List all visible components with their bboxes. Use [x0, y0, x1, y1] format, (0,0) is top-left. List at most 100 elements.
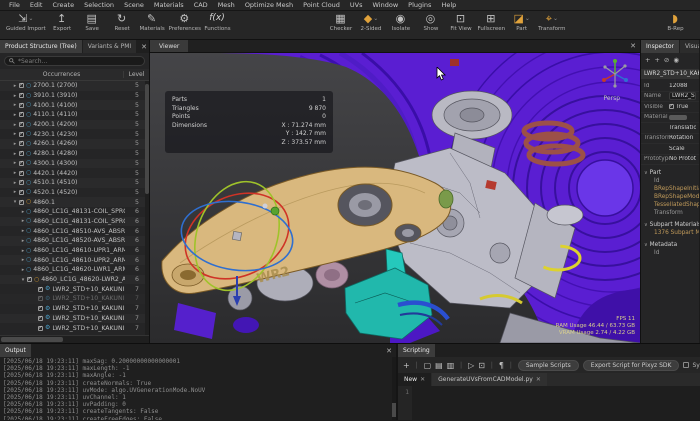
toolbar-button[interactable]: ◗ B-Rep [662, 12, 689, 32]
expander-icon[interactable]: ▸ [12, 180, 18, 186]
script-file-tab[interactable]: GenerateUVsFromCADModel.py ✕ [432, 373, 547, 386]
tree-row[interactable]: ▸ ✓ ○ 4200.1 (4200) 5 [0, 120, 149, 130]
row-checkbox[interactable]: ✓ [19, 151, 24, 156]
row-checkbox[interactable]: ✓ [38, 326, 43, 331]
close-icon[interactable]: ✕ [420, 376, 425, 383]
toolbar-button[interactable]: f(x) Functions [204, 12, 231, 32]
expander-icon[interactable]: ▸ [12, 102, 18, 108]
tree-row[interactable]: ▸ ✓ ○ 4230.1 (4230) 5 [0, 129, 149, 139]
row-checkbox[interactable]: ✓ [19, 180, 24, 185]
menu-item[interactable]: CAD [189, 1, 213, 9]
tab-variants-pmi[interactable]: Variants & PMI [83, 40, 136, 53]
run-script-icon[interactable]: ▷ [468, 361, 474, 370]
row-checkbox[interactable]: ✓ [19, 122, 24, 127]
new-script-icon[interactable]: + [403, 361, 410, 370]
script-file-tab[interactable]: New ✕ [398, 373, 431, 386]
inspector-tool-icon[interactable]: + [645, 56, 650, 64]
tree-row[interactable]: ✓ ⚙ LWR2_STD+10_KAKUNIN 7 [0, 284, 149, 294]
toolbar-button[interactable]: ▦ Checker [327, 12, 354, 32]
column-occurrences[interactable]: Occurrences [0, 71, 123, 78]
menu-item[interactable]: Window [368, 1, 404, 9]
tree-row[interactable]: ✓ ⚙ LWR2_STD+10_KAKUNIN 7 [0, 314, 149, 324]
toolbar-button[interactable]: ◪⌄ Part [508, 12, 535, 32]
tree-row[interactable]: ✓ ⚙ LWR2_STD+10_KAKUNIN 7 [0, 323, 149, 333]
run-selection-icon[interactable]: ⊡ [478, 361, 485, 370]
tree-row[interactable]: ▸ ✓ ○ 2700.1 (2700) 5 [0, 81, 149, 91]
menu-item[interactable]: Mesh [213, 1, 240, 9]
toolbar-button[interactable]: ⊞ Fullscreen [477, 12, 505, 32]
tab-product-structure[interactable]: Product Structure (Tree) [0, 40, 82, 53]
expander-icon[interactable]: ▸ [12, 170, 18, 176]
tree-row[interactable]: ▸ ✓ ○ 3910.1 (3910) 5 [0, 91, 149, 101]
menu-item[interactable]: UVs [345, 1, 368, 9]
tree-row[interactable]: ▸ ✓ ○ 4300.1 (4300) 5 [0, 159, 149, 169]
close-icon[interactable]: ✕ [536, 376, 541, 383]
tab-output[interactable]: Output [0, 344, 31, 357]
separator[interactable]: ❘ [458, 361, 464, 369]
toolbar-button[interactable]: ↻ Reset [109, 12, 136, 32]
inspector-tool-icon[interactable]: ⊘ [664, 56, 669, 64]
row-checkbox[interactable]: ✓ [38, 316, 43, 321]
checkbox[interactable] [683, 362, 689, 368]
separator[interactable]: ❘ [489, 361, 495, 369]
tree-row[interactable]: ▸ ✓ ○ 4510.1 (4510) 5 [0, 178, 149, 188]
tab-scripting[interactable]: Scripting [398, 344, 435, 357]
tree-vertical-scrollbar[interactable] [145, 81, 149, 335]
tree-row[interactable]: ▸ ○ 4860_LC1G_48620-LWR1_ARM_R 6 [0, 265, 149, 275]
script-action-pill[interactable]: Sample Scripts [518, 360, 579, 371]
docs-icon[interactable]: ▢ [424, 361, 432, 370]
search-input[interactable]: *Search... [4, 56, 145, 66]
menu-item[interactable]: Plugins [403, 1, 436, 9]
toolbar-button[interactable]: ✎ Materials [139, 12, 166, 32]
row-checkbox[interactable]: ✓ [19, 171, 24, 176]
close-icon[interactable]: ✕ [382, 344, 396, 357]
toolbar-button[interactable]: ⇲⌄ Guided Import [6, 12, 46, 32]
expander-icon[interactable]: ▸ [12, 83, 18, 89]
toolbar-button[interactable]: ◆⌄ 2-Sided [357, 12, 384, 32]
toolbar-button[interactable]: ◎ Show [417, 12, 444, 32]
tree-row[interactable]: ▸ ✓ ○ 4420.1 (4420) 5 [0, 168, 149, 178]
tree-row[interactable]: ▸ ○ 4860_LC1G_48520-AVS_ABSR_LH 6 [0, 236, 149, 246]
menu-item[interactable]: Scene [119, 1, 149, 9]
close-icon[interactable]: ✕ [137, 40, 150, 53]
row-checkbox[interactable]: ✓ [19, 200, 24, 205]
tab-inspector[interactable]: Inspector [641, 40, 679, 53]
inspector-tool-icon[interactable]: + [654, 56, 659, 64]
expander-icon[interactable]: ▸ [12, 151, 18, 157]
row-checkbox[interactable]: ✓ [19, 103, 24, 108]
expander-icon[interactable]: ▸ [12, 131, 18, 137]
tree-row[interactable]: ▸ ✓ ○ 4260.1 (4260) 5 [0, 139, 149, 149]
separator[interactable]: ❘ [414, 361, 420, 369]
menu-item[interactable]: Point Cloud [298, 1, 345, 9]
tree-horizontal-scrollbar[interactable] [0, 335, 149, 343]
tree-row[interactable]: ▾ ✓ ○ 4860.1 5 [0, 197, 149, 207]
script-action-pill[interactable]: Export Script for Pixyz SDK [583, 360, 680, 371]
inspector-tree-item[interactable]: ∨Metadata [641, 241, 699, 249]
row-checkbox[interactable]: ✓ [27, 277, 32, 282]
row-checkbox[interactable]: ✓ [19, 161, 24, 166]
visible-checkbox[interactable]: ✓ [669, 104, 674, 109]
row-checkbox[interactable]: ✓ [19, 132, 24, 137]
tab-viewer[interactable]: Viewer [150, 40, 188, 52]
viewport-canvas[interactable]: WR2 [150, 53, 640, 343]
toolbar-button[interactable]: ⊡ Fit View [447, 12, 474, 32]
toolbar-button[interactable]: ◉ Isolate [387, 12, 414, 32]
camera-mode-label[interactable]: Persp [604, 95, 621, 102]
row-checkbox[interactable]: ✓ [38, 287, 43, 292]
output-scrollbar[interactable] [392, 357, 396, 420]
row-checkbox[interactable]: ✓ [38, 296, 43, 301]
inspector-tree-item[interactable]: BRepShapeInitial [641, 185, 699, 193]
tree-row[interactable]: ▸ ○ 4860_LC1G_48510-AVS_ABSR_RH 6 [0, 226, 149, 236]
name-field[interactable]: LWR2_STD+10_KAKUNIN [669, 92, 696, 100]
row-checkbox[interactable]: ✓ [19, 141, 24, 146]
menu-item[interactable]: Help [436, 1, 461, 9]
tree-row[interactable]: ▸ ✓ ○ 4280.1 (4280) 5 [0, 149, 149, 159]
rotation-row[interactable]: Rotation [669, 135, 693, 141]
menu-item[interactable]: Selection [79, 1, 119, 9]
scale-row[interactable]: Scale [669, 146, 685, 152]
inspector-tree-item[interactable]: ∨Subpart Materials [641, 221, 699, 229]
row-checkbox[interactable]: ✓ [19, 93, 24, 98]
expander-icon[interactable]: ▸ [12, 93, 18, 99]
toolbar-button[interactable]: ▤ Save [79, 12, 106, 32]
expander-icon[interactable]: ▸ [12, 189, 18, 195]
